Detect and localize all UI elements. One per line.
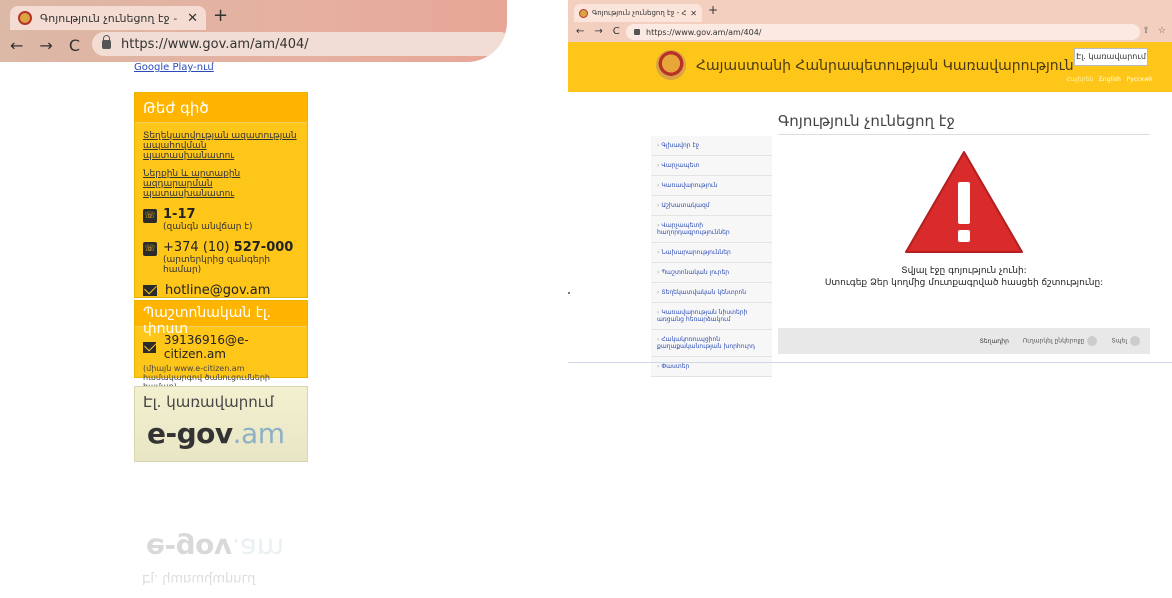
reload-icon[interactable]: C [613, 26, 620, 37]
toolbar-icons: ⇪ ☆ [1142, 26, 1166, 36]
whistleblower-link[interactable]: Ներքին և արտաքին ազդարարման պատասխանատու [143, 169, 299, 199]
browser-tab[interactable]: Գոյություն չունեցող էջ - Հայա ✕ [574, 4, 702, 22]
title-divider [778, 134, 1150, 135]
mail-icon [143, 285, 157, 296]
close-tab-icon[interactable]: ✕ [690, 9, 697, 18]
url-text: https://www.gov.am/am/404/ [121, 36, 309, 52]
phone-intl-number: 527-000 [233, 240, 294, 255]
back-arrow-icon[interactable]: ← [10, 36, 23, 55]
official-mail-card: Պաշտոնական էլ. փոստ 39136916@e-citizen.a… [134, 300, 308, 391]
forward-arrow-icon[interactable]: → [39, 36, 52, 55]
language-switcher: Հայերեն English Русский [1066, 76, 1152, 83]
warning-icon [905, 151, 1023, 253]
sidebar-item-government[interactable]: Կառավարություն [651, 176, 772, 196]
tab-title: Գոյություն չունեցող էջ - Հայս [40, 11, 181, 25]
sidebar-item-pm-messages[interactable]: Վարչապետի հաղորդագրություններ [651, 216, 772, 243]
right-browser-window: Գոյություն չունեցող էջ - Հայա ✕ + ← → C … [568, 0, 1172, 377]
hotline-card: Թեժ գիծ Տեղեկատվության ազատության ապահով… [134, 92, 308, 298]
reload-icon[interactable]: C [69, 36, 80, 55]
hotline-email-row[interactable]: hotline@gov.am [143, 283, 299, 298]
favicon-icon [579, 8, 588, 18]
site-title[interactable]: Հայաստանի Հանրապետության Կառավարություն [696, 58, 1074, 74]
printer-icon [1130, 336, 1140, 346]
browser-tab[interactable]: Գոյություն չունեցող էջ - Հայս ✕ [10, 6, 206, 30]
official-mail-heading: Պաշտոնական էլ. փոստ [135, 301, 307, 337]
egov-card[interactable]: Էլ. կառավարում e-gov.am [134, 386, 308, 462]
share-icon[interactable]: ⇪ [1142, 26, 1150, 36]
check-address-message: Ստուգեք Ձեր կողմից մուտքագրված հասցեի ճշ… [824, 278, 1104, 288]
sidebar-item-facts[interactable]: Փաստեր [651, 357, 772, 377]
phone-intl: ☏ +374 (10) 527-000 (արտերկրից զանգերի հ… [143, 240, 299, 275]
egov-logo[interactable]: e-gov.am [135, 417, 307, 450]
lang-en[interactable]: English [1099, 76, 1121, 83]
sidebar-item-ministries[interactable]: Նախարարություններ [651, 243, 772, 263]
favicon-icon [18, 11, 32, 25]
bookmark-star-icon[interactable]: ☆ [1158, 26, 1166, 36]
sidebar-item-official-news[interactable]: Պաշտոնական լուրեր [651, 263, 772, 283]
page-bottom-divider [568, 362, 1172, 363]
address-bar[interactable]: https://www.gov.am/am/404/ [626, 24, 1140, 40]
nav-buttons: ← → C [576, 26, 620, 37]
sidebar-item-staff[interactable]: Աշխատակազմ [651, 196, 772, 216]
sidebar-item-pm[interactable]: Վարչապետ [651, 156, 772, 176]
sidebar-item-info-center[interactable]: Տեղեկատվական կենտրոն [651, 283, 772, 303]
mail-icon [143, 341, 156, 353]
info-freedom-link[interactable]: Տեղեկատվության ազատության ապահովման պատա… [143, 131, 299, 161]
sidebar-menu: Գլխավոր էջ Վարչապետ Կառավարություն Աշխատ… [651, 136, 772, 377]
new-tab-icon[interactable]: + [213, 5, 228, 26]
sidebar-item-home[interactable]: Գլխավոր էջ [651, 136, 772, 156]
url-text: https://www.gov.am/am/404/ [646, 27, 762, 37]
phone-intl-note: (արտերկրից զանգերի համար) [163, 255, 271, 275]
site-header: Հայաստանի Հանրապետության Կառավարություն … [568, 42, 1172, 92]
phone-intl-prefix: +374 (10) [163, 240, 234, 255]
phone-icon: ☏ [143, 242, 157, 256]
app-store-note: Google Play-ում [134, 62, 304, 73]
phone-icon: ☏ [143, 209, 157, 223]
tab-title: Գոյություն չունեցող էջ - Հայա [592, 9, 687, 17]
egov-button[interactable]: Էլ. կառավարում [1074, 48, 1148, 66]
lang-ru[interactable]: Русский [1127, 76, 1152, 83]
screenshot-stage: Գոյություն չունեցող էջ - Հայս ✕ + ← → C … [0, 0, 1172, 598]
back-link[interactable]: Տեղադիր [980, 338, 1009, 345]
sidebar-item-live-sessions[interactable]: Կառավարության նիստերի առցանց հեռարձակում [651, 303, 772, 330]
forward-arrow-icon[interactable]: → [594, 26, 602, 37]
left-browser-window: Գոյություն չունեցող էջ - Հայս ✕ + ← → C … [0, 0, 507, 598]
left-page-content: Google Play-ում Թեժ գիծ Տեղեկատվության ա… [0, 62, 507, 598]
nav-buttons: ← → C [10, 36, 80, 55]
egov-heading: Էլ. կառավարում [143, 393, 274, 411]
coat-of-arms-icon[interactable] [656, 50, 686, 80]
lock-icon [634, 29, 640, 35]
browser-chrome: Գոյություն չունեցող էջ - Հայա ✕ + ← → C … [568, 0, 1172, 42]
sidebar-item-anticorruption[interactable]: Հակակոռուպցիոն քաղաքականության խորհուրդ [651, 330, 772, 357]
page-title: Գոյություն չունեցող էջ [778, 112, 955, 130]
phone-short-number: 1-17 [163, 207, 196, 222]
print-link[interactable]: Տպել [1111, 336, 1140, 346]
hotline-heading: Թեժ գիծ [135, 93, 307, 123]
phone-short: ☏ 1-17 (զանգն անվճար է) [143, 207, 299, 232]
browser-chrome: Գոյություն չունեցող էջ - Հայս ✕ + ← → C … [0, 0, 507, 62]
official-email-row[interactable]: 39136916@e-citizen.am [143, 333, 299, 361]
address-bar[interactable]: https://www.gov.am/am/404/ [92, 32, 507, 56]
hotline-email[interactable]: hotline@gov.am [165, 283, 270, 298]
phone-short-note: (զանգն անվճար է) [163, 222, 253, 232]
back-arrow-icon[interactable]: ← [576, 26, 584, 37]
official-email[interactable]: 39136916@e-citizen.am [164, 333, 299, 361]
envelope-icon [1087, 336, 1098, 346]
egov-reflection: Էլ. կառավարում e-gov.am [142, 532, 284, 586]
page-action-bar: Տեղադիր Ուղարկել ընկերոջը Տպել [778, 328, 1150, 354]
close-tab-icon[interactable]: ✕ [187, 11, 198, 26]
app-store-link[interactable]: Google Play-ում [134, 62, 214, 73]
lang-hy[interactable]: Հայերեն [1066, 76, 1093, 83]
lock-icon [102, 34, 111, 49]
new-tab-icon[interactable]: + [708, 3, 718, 17]
not-found-message: Տվյալ էջը գոյություն չունի: [901, 266, 1027, 276]
send-to-friend-link[interactable]: Ուղարկել ընկերոջը [1023, 336, 1098, 346]
